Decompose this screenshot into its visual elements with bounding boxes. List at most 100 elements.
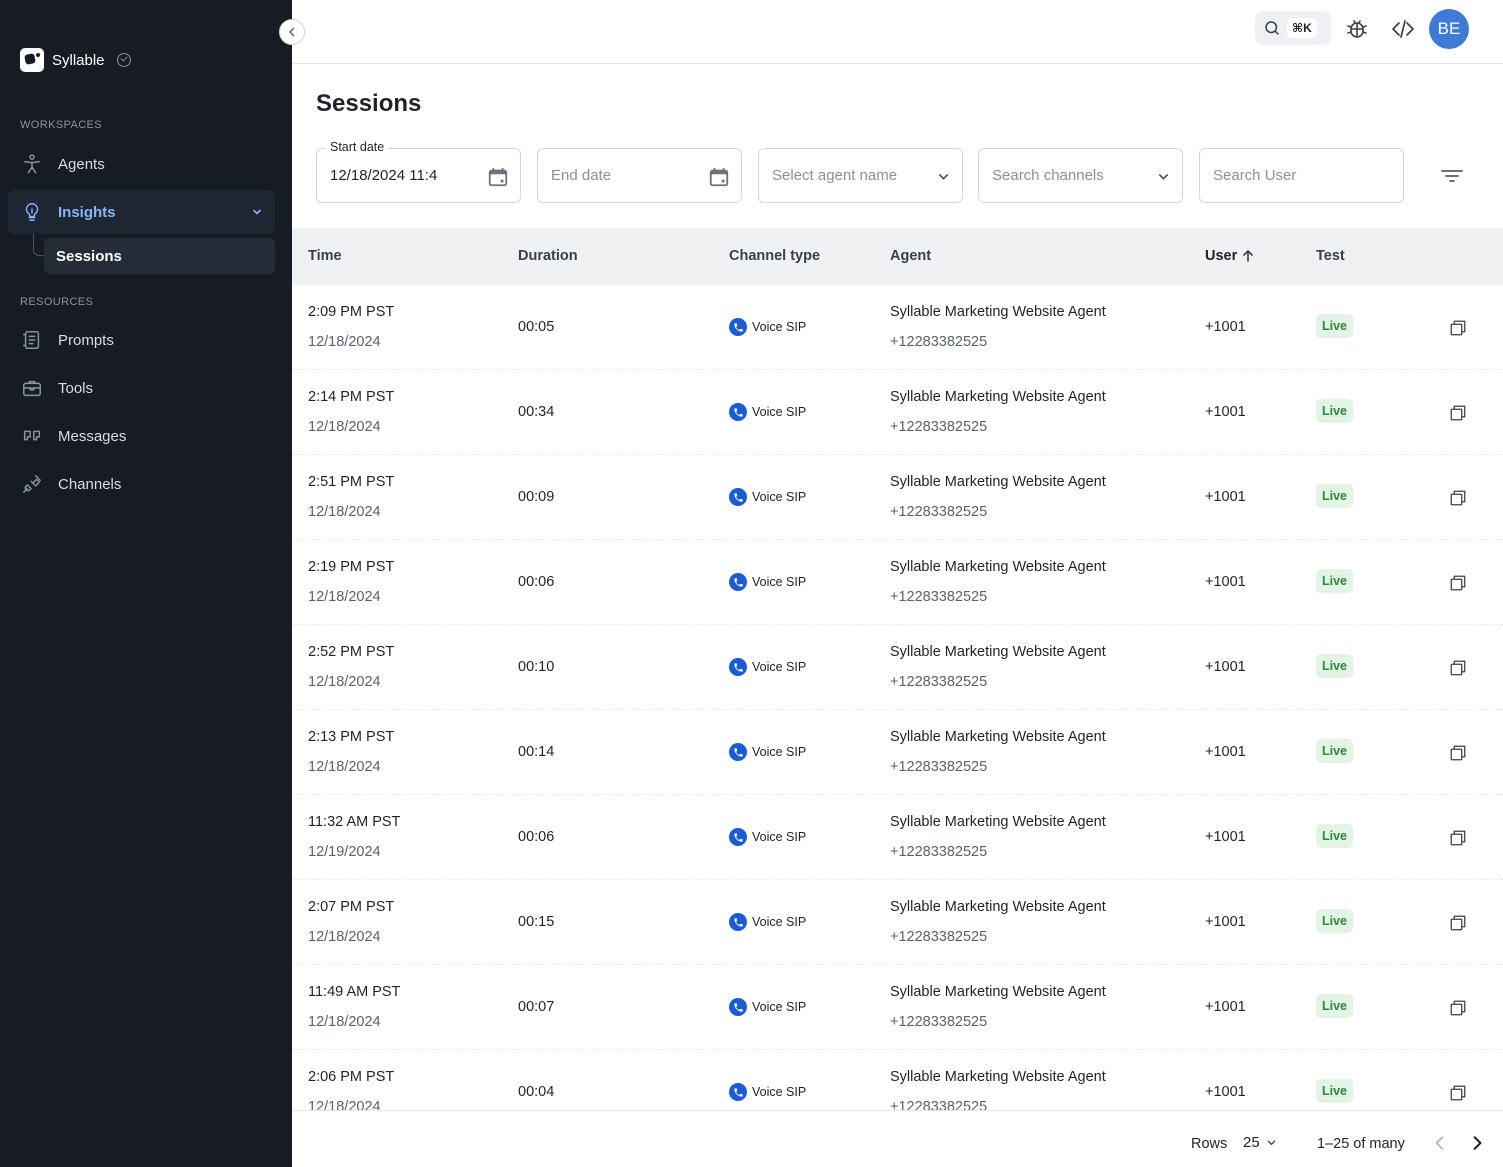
sidebar-item-tools[interactable]: Tools: [8, 366, 275, 410]
session-user: +1001: [1205, 574, 1246, 590]
sidebar-item-agents[interactable]: Agents: [8, 142, 275, 186]
agent-name: Syllable Marketing Website Agent: [890, 899, 1106, 915]
table-row[interactable]: 11:32 AM PST 12/19/2024 00:06 Voice SIP …: [292, 795, 1503, 880]
channel-type: Voice SIP: [729, 998, 806, 1016]
plug-icon: [20, 472, 44, 496]
channel-type-label: Voice SIP: [752, 490, 807, 504]
sidebar: Syllable Workspaces Agents Insights Sess…: [0, 0, 292, 1167]
copy-button[interactable]: [1449, 404, 1467, 426]
table-row[interactable]: 2:09 PM PST 12/18/2024 00:05 Voice SIP S…: [292, 285, 1503, 370]
session-date: 12/18/2024: [308, 929, 381, 945]
agent-phone: +12283382525: [890, 1099, 988, 1110]
status-badge: Live: [1316, 909, 1354, 933]
session-time: 2:14 PM PST: [308, 389, 395, 405]
avatar[interactable]: BE: [1429, 9, 1469, 49]
table-row[interactable]: 2:51 PM PST 12/18/2024 00:09 Voice SIP S…: [292, 455, 1503, 540]
user-search-placeholder: Search User: [1213, 167, 1297, 184]
copy-button[interactable]: [1449, 999, 1467, 1021]
developer-button[interactable]: [1389, 15, 1417, 43]
phone-icon: [729, 658, 747, 676]
syllable-logo-icon: [20, 48, 44, 72]
sidebar-item-channels[interactable]: Channels: [8, 462, 275, 506]
quote-icon: [20, 424, 44, 448]
session-date: 12/18/2024: [308, 1014, 381, 1030]
agent-name: Syllable Marketing Website Agent: [890, 644, 1106, 660]
table-row[interactable]: 2:14 PM PST 12/18/2024 00:34 Voice SIP S…: [292, 370, 1503, 455]
copy-button[interactable]: [1449, 489, 1467, 511]
copy-icon: [1450, 830, 1466, 846]
copy-button[interactable]: [1449, 829, 1467, 851]
channel-type: Voice SIP: [729, 1083, 806, 1101]
status-badge: Live: [1316, 994, 1354, 1018]
sidebar-item-sessions[interactable]: Sessions: [44, 238, 275, 274]
sidebar-item-messages[interactable]: Messages: [8, 414, 275, 458]
column-header-duration[interactable]: Duration: [518, 248, 578, 264]
copy-button[interactable]: [1449, 574, 1467, 596]
channel-type-label: Voice SIP: [752, 745, 807, 759]
channel-type-label: Voice SIP: [752, 575, 807, 589]
sidebar-item-insights[interactable]: Insights: [8, 190, 275, 234]
column-header-user[interactable]: User: [1205, 248, 1255, 264]
agent-name: Syllable Marketing Website Agent: [890, 984, 1106, 1000]
table-header: Time Duration Channel type Agent User Te…: [292, 228, 1503, 285]
agent-name: Syllable Marketing Website Agent: [890, 814, 1106, 830]
session-duration: 00:09: [518, 489, 555, 505]
channel-type: Voice SIP: [729, 658, 806, 676]
table-row[interactable]: 2:52 PM PST 12/18/2024 00:10 Voice SIP S…: [292, 625, 1503, 710]
agent-name: Syllable Marketing Website Agent: [890, 304, 1106, 320]
copy-button[interactable]: [1449, 1084, 1467, 1106]
agent-figure-icon: [20, 152, 44, 176]
user-search-input[interactable]: Search User: [1199, 148, 1404, 203]
end-date-field[interactable]: End date: [537, 148, 742, 203]
column-header-test[interactable]: Test: [1316, 248, 1345, 264]
session-user: +1001: [1205, 659, 1246, 675]
collapse-sidebar-button[interactable]: [279, 19, 305, 45]
table-row[interactable]: 11:49 AM PST 12/18/2024 00:07 Voice SIP …: [292, 965, 1503, 1050]
previous-page-button[interactable]: [1433, 1135, 1447, 1156]
calendar-icon[interactable]: [708, 166, 730, 192]
session-user: +1001: [1205, 744, 1246, 760]
session-time: 2:09 PM PST: [308, 304, 395, 320]
channels-select[interactable]: Search channels: [978, 148, 1183, 203]
table-row[interactable]: 2:19 PM PST 12/18/2024 00:06 Voice SIP S…: [292, 540, 1503, 625]
copy-icon: [1450, 490, 1466, 506]
rows-per-page-select[interactable]: 25: [1243, 1134, 1277, 1151]
sidebar-item-label: Sessions: [56, 247, 122, 265]
phone-icon: [729, 318, 747, 336]
phone-icon: [729, 743, 747, 761]
table-row[interactable]: 2:06 PM PST 12/18/2024 00:04 Voice SIP S…: [292, 1050, 1503, 1110]
sort-ascending-icon: [1243, 250, 1254, 262]
next-page-button[interactable]: [1470, 1135, 1484, 1156]
filter-button[interactable]: [1440, 168, 1464, 189]
status-badge: Live: [1316, 824, 1354, 848]
agent-phone: +12283382525: [890, 504, 988, 520]
copy-button[interactable]: [1449, 319, 1467, 341]
agent-name: Syllable Marketing Website Agent: [890, 559, 1106, 575]
copy-button[interactable]: [1449, 914, 1467, 936]
chevron-down-icon: [937, 170, 950, 187]
session-time: 2:52 PM PST: [308, 644, 395, 660]
chevron-down-icon: [1157, 170, 1170, 187]
copy-button[interactable]: [1449, 659, 1467, 681]
debug-button[interactable]: [1343, 15, 1371, 43]
copy-icon: [1450, 575, 1466, 591]
table-row[interactable]: 2:07 PM PST 12/18/2024 00:15 Voice SIP S…: [292, 880, 1503, 965]
verified-check-icon: [116, 53, 131, 67]
sidebar-item-prompts[interactable]: Prompts: [8, 318, 275, 362]
agent-name-select[interactable]: Select agent name: [758, 148, 963, 203]
calendar-icon[interactable]: [487, 166, 509, 192]
table-row[interactable]: 2:13 PM PST 12/18/2024 00:14 Voice SIP S…: [292, 710, 1503, 795]
command-search-button[interactable]: ⌘K: [1255, 11, 1331, 45]
copy-button[interactable]: [1449, 744, 1467, 766]
session-date: 12/18/2024: [308, 504, 381, 520]
channel-type-label: Voice SIP: [752, 830, 807, 844]
column-header-time[interactable]: Time: [308, 248, 342, 264]
agent-phone: +12283382525: [890, 759, 988, 775]
pagination-range: 1–25 of many: [1317, 1136, 1405, 1152]
start-date-field[interactable]: Start date 12/18/2024 11:4: [316, 140, 521, 203]
sidebar-item-label: Tools: [58, 379, 94, 397]
column-header-agent[interactable]: Agent: [890, 248, 931, 264]
brand[interactable]: Syllable: [20, 48, 131, 72]
sidebar-item-label: Messages: [58, 427, 127, 445]
column-header-channel[interactable]: Channel type: [729, 248, 820, 264]
